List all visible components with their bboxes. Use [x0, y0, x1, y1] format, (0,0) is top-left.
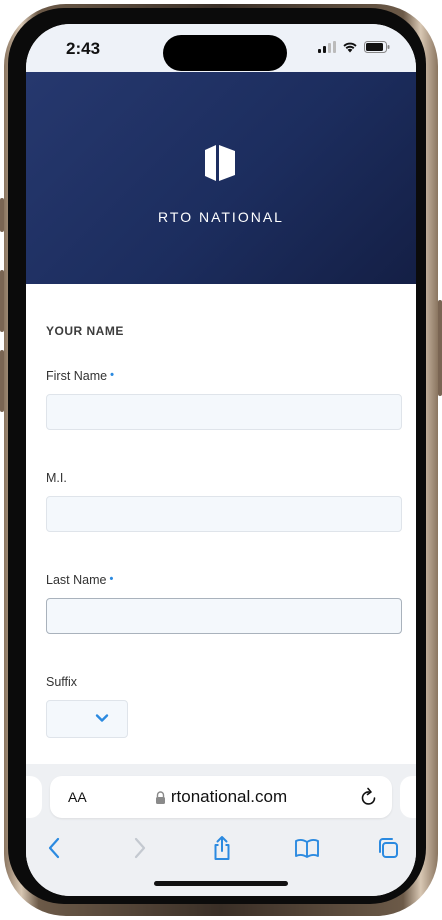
status-icons [318, 41, 390, 53]
section-title: YOUR NAME [46, 324, 124, 338]
first-name-label-text: First Name [46, 369, 108, 383]
action-button [0, 198, 4, 232]
wifi-icon [343, 42, 357, 53]
back-icon [48, 837, 60, 859]
last-name-label-text: Last Name [46, 573, 107, 587]
previous-tab-peek[interactable] [26, 776, 42, 818]
forward-button[interactable] [124, 832, 156, 864]
middle-initial-label-text: M.I. [46, 471, 67, 485]
home-indicator[interactable] [154, 881, 288, 886]
rto-logo-icon [205, 145, 235, 181]
share-button[interactable] [206, 832, 238, 864]
address-bar[interactable]: AA rtonational.com [50, 776, 392, 818]
middle-initial-label: M.I. [46, 471, 67, 485]
next-tab-peek[interactable] [400, 776, 416, 818]
first-name-input[interactable] [46, 394, 402, 430]
chevron-down-icon [95, 714, 109, 722]
suffix-label-text: Suffix [46, 675, 78, 689]
bookmarks-icon [295, 839, 319, 858]
last-name-input[interactable] [46, 598, 402, 634]
volume-down-button [0, 350, 4, 412]
suffix-select[interactable] [46, 700, 128, 738]
status-time: 2:43 [66, 39, 101, 58]
battery-icon [364, 41, 390, 53]
url-display[interactable]: rtonational.com [50, 787, 392, 807]
last-name-label: Last Name • [46, 573, 113, 587]
reload-icon[interactable] [360, 787, 378, 807]
screen: 2:43 RTO NATIONAL YOUR NAME First Name •… [26, 24, 416, 896]
power-button [438, 300, 442, 396]
site-header: RTO NATIONAL [26, 72, 416, 284]
first-name-label: First Name • [46, 369, 114, 383]
forward-icon [134, 837, 146, 859]
lock-icon [155, 791, 165, 805]
signal-icon [318, 41, 336, 53]
tabs-icon [379, 838, 398, 858]
name-form: YOUR NAME First Name • M.I. Last Name • Su… [26, 284, 416, 764]
suffix-label: Suffix [46, 675, 77, 689]
volume-up-button [0, 270, 4, 332]
required-marker: • [109, 573, 114, 585]
share-icon [214, 836, 230, 860]
dynamic-island [163, 35, 287, 71]
required-marker: • [110, 369, 114, 381]
browser-bar: AA rtonational.com [26, 764, 416, 896]
back-button[interactable] [38, 832, 70, 864]
bookmarks-button[interactable] [291, 832, 323, 864]
tabs-button[interactable] [372, 832, 404, 864]
status-bar: 2:43 [26, 24, 416, 72]
middle-initial-input[interactable] [46, 496, 402, 532]
brand-name: RTO NATIONAL [158, 209, 284, 225]
url-text: rtonational.com [170, 787, 288, 806]
